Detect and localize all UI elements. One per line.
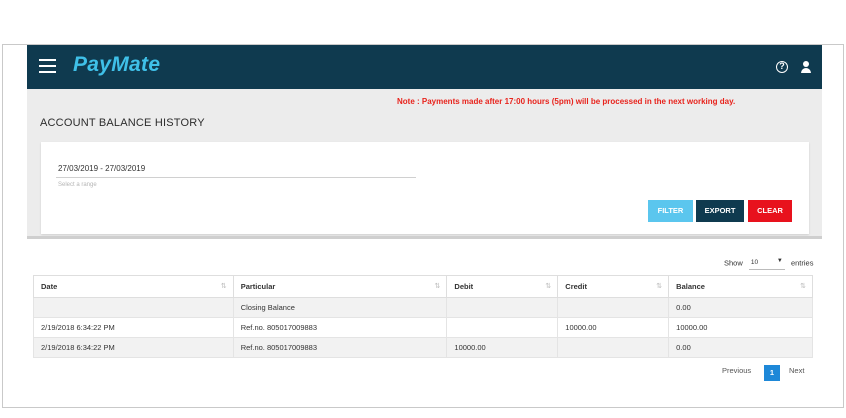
cell-date: 2/19/2018 6:34:22 PM: [33, 317, 234, 338]
content-area: Note : Payments made after 17:00 hours (…: [27, 89, 822, 236]
caret-down-icon: ▼: [776, 258, 783, 264]
top-navbar: PayMate ?: [27, 45, 822, 89]
column-header-balance[interactable]: Balance ⇅: [668, 275, 813, 298]
section-divider: [27, 236, 822, 239]
table-row: 2/19/2018 6:34:22 PM Ref.no. 80501700988…: [33, 337, 813, 358]
help-icon[interactable]: ?: [776, 61, 788, 73]
filter-card: 27/03/2019 - 27/03/2019 Select a range F…: [41, 142, 809, 234]
filter-button[interactable]: FILTER: [648, 200, 693, 222]
menu-icon[interactable]: [39, 59, 56, 73]
cell-balance: 10000.00: [668, 317, 813, 338]
column-header-credit[interactable]: Credit ⇅: [557, 275, 670, 298]
cell-date: [33, 297, 234, 318]
cell-debit: [446, 297, 559, 318]
sort-icon: ⇅: [434, 283, 441, 290]
cell-debit: [446, 317, 559, 338]
cell-balance: 0.00: [668, 337, 813, 358]
page-size-select[interactable]: 10 ▼: [748, 257, 785, 270]
export-button[interactable]: EXPORT: [696, 200, 744, 222]
sort-icon: ⇅: [220, 283, 227, 290]
date-range-underline: [56, 177, 416, 178]
cell-balance: 0.00: [668, 297, 813, 318]
column-header-debit[interactable]: Debit ⇅: [446, 275, 559, 298]
entries-label: entries: [790, 258, 814, 268]
user-icon[interactable]: [800, 61, 812, 73]
page-size-control: Show 10 ▼ entries: [724, 257, 813, 270]
column-header-date[interactable]: Date ⇅: [33, 275, 234, 298]
pagination-page-1[interactable]: 1: [764, 365, 780, 381]
sort-icon: ⇅: [656, 283, 663, 290]
page-title: ACCOUNT BALANCE HISTORY: [40, 117, 205, 129]
pagination-previous[interactable]: Previous: [722, 366, 751, 375]
page-size-value: 10: [750, 259, 759, 266]
sort-icon: ⇅: [800, 283, 806, 290]
cell-particular: Closing Balance: [232, 297, 448, 318]
cell-credit: [557, 297, 670, 318]
cell-date: 2/19/2018 6:34:22 PM: [33, 337, 234, 358]
cell-credit: [557, 337, 670, 358]
sort-icon: ⇅: [545, 283, 552, 290]
show-label: Show: [724, 258, 743, 268]
cell-credit: 10000.00: [557, 317, 670, 338]
pagination-next[interactable]: Next: [789, 366, 804, 375]
brand-logo: PayMate: [73, 53, 161, 76]
date-range-hint: Select a range: [58, 182, 97, 188]
column-header-particular[interactable]: Particular ⇅: [232, 275, 448, 298]
table-row: 2/19/2018 6:34:22 PM Ref.no. 80501700988…: [33, 317, 813, 338]
table-header-row: Date ⇅ Particular ⇅ Debit ⇅ Credit ⇅ Balance…: [33, 275, 813, 298]
cell-debit: 10000.00: [446, 337, 559, 358]
app-window: PayMate ? Note : Payments made after 17:…: [27, 45, 822, 397]
cell-particular: Ref.no. 805017009883: [232, 337, 448, 358]
balance-history-table: Date ⇅ Particular ⇅ Debit ⇅ Credit ⇅ Balance…: [33, 275, 813, 358]
cell-particular: Ref.no. 805017009883: [232, 317, 448, 338]
clear-button[interactable]: CLEAR: [748, 200, 792, 222]
payment-notice: Note : Payments made after 17:00 hours (…: [397, 97, 736, 106]
date-range-input[interactable]: 27/03/2019 - 27/03/2019: [58, 164, 145, 173]
table-row: Closing Balance 0.00: [33, 297, 813, 318]
